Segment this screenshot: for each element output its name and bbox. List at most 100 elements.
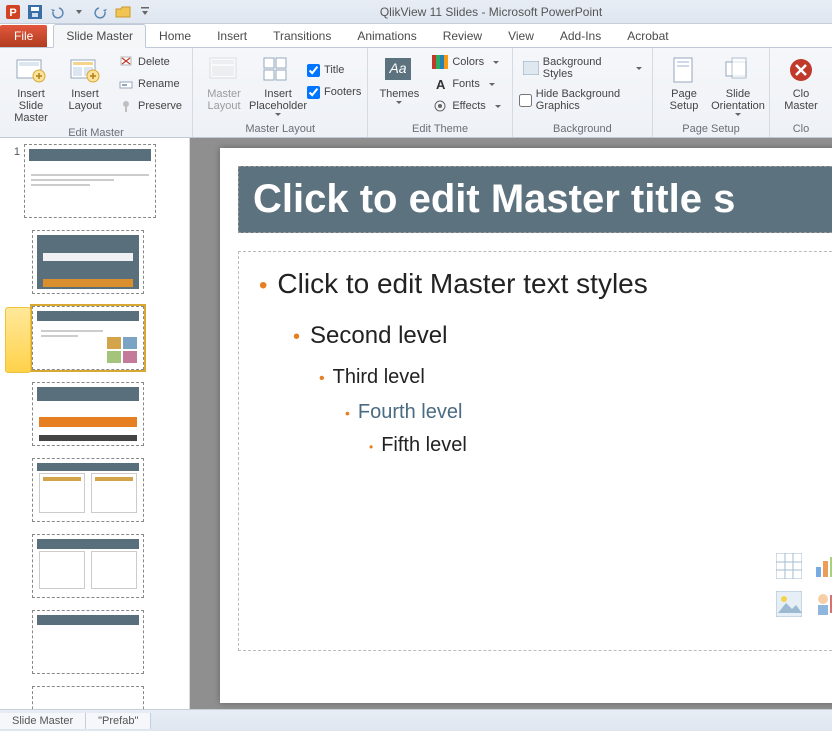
tab-addins[interactable]: Add-Ins <box>547 24 614 47</box>
layout-thumbnail[interactable] <box>32 686 144 709</box>
layout-thumbnail[interactable] <box>32 458 144 522</box>
fonts-icon: A <box>432 76 448 92</box>
insert-layout-button[interactable]: Insert Layout <box>60 52 110 114</box>
group-close-label: Clo <box>776 122 826 137</box>
insert-table-icon[interactable] <box>773 550 805 582</box>
insert-placeholder-label: Insert Placeholder <box>249 88 307 112</box>
colors-icon <box>432 54 448 70</box>
content-placeholder[interactable]: Click to edit Master text styles Second … <box>238 251 832 651</box>
insert-chart-icon[interactable] <box>811 550 832 582</box>
text-level-3: Third level <box>319 366 832 389</box>
dropdown-icon <box>494 104 502 109</box>
tab-transitions[interactable]: Transitions <box>260 24 344 47</box>
layout-thumbnail[interactable] <box>32 382 144 446</box>
insert-picture-icon[interactable] <box>773 588 805 620</box>
master-layout-label: Master Layout <box>207 88 241 112</box>
background-styles-button[interactable]: Background Styles <box>519 58 646 78</box>
title-placeholder[interactable]: Click to edit Master title s <box>238 166 832 233</box>
tab-slide-master[interactable]: Slide Master <box>53 24 146 48</box>
dropdown-icon <box>274 112 282 117</box>
tab-home[interactable]: Home <box>146 24 204 47</box>
undo-icon[interactable] <box>48 3 66 21</box>
group-master-layout-label: Master Layout <box>199 122 361 137</box>
layout-thumbnail[interactable] <box>32 534 144 598</box>
redo-icon[interactable] <box>92 3 110 21</box>
dropdown-icon <box>492 60 500 65</box>
colors-label: Colors <box>452 56 484 68</box>
insert-layout-label: Insert Layout <box>68 88 101 112</box>
insert-placeholder-button[interactable]: Insert Placeholder <box>253 52 303 119</box>
delete-button[interactable]: Delete <box>114 52 186 72</box>
svg-text:Aa: Aa <box>389 60 407 76</box>
tab-view[interactable]: View <box>495 24 547 47</box>
delete-icon <box>118 54 134 70</box>
save-icon[interactable] <box>26 3 44 21</box>
footers-checkbox[interactable]: Footers <box>307 82 361 102</box>
background-styles-icon <box>523 60 539 76</box>
preserve-icon <box>118 98 134 114</box>
text-level-5: Fifth level <box>369 434 832 457</box>
preserve-button[interactable]: Preserve <box>114 96 186 116</box>
effects-icon <box>432 98 448 114</box>
title-text: Click to edit Master title s <box>253 177 832 222</box>
effects-button[interactable]: Effects <box>428 96 505 116</box>
insert-placeholder-icon <box>262 54 294 86</box>
title-checkbox-label: Title <box>324 64 344 76</box>
status-theme-name[interactable]: "Prefab" <box>86 713 151 729</box>
file-tab[interactable]: File <box>0 25 47 47</box>
svg-text:P: P <box>9 7 16 19</box>
powerpoint-icon[interactable]: P <box>4 3 22 21</box>
insert-slide-master-button[interactable]: Insert Slide Master <box>6 52 56 126</box>
insert-clipart-icon[interactable] <box>811 588 832 620</box>
layout-thumbnail-selected[interactable] <box>32 306 144 370</box>
layout-thumbnail[interactable] <box>32 610 144 674</box>
tab-insert[interactable]: Insert <box>204 24 260 47</box>
workspace: 1 <box>0 138 832 709</box>
dropdown-icon <box>395 100 403 105</box>
master-number: 1 <box>8 144 20 158</box>
group-edit-theme: Aa Themes Colors AFonts Effects Edit The… <box>368 48 512 137</box>
slide-canvas[interactable]: Click to edit Master title s Click to ed… <box>220 148 832 703</box>
open-folder-icon[interactable] <box>114 3 132 21</box>
layout-thumbnail[interactable] <box>32 230 144 294</box>
group-close: Clo Master Clo <box>770 48 832 137</box>
undo-dropdown-icon[interactable] <box>70 3 88 21</box>
text-level-4: Fourth level <box>345 401 832 424</box>
quick-access-toolbar: P <box>4 3 154 21</box>
close-master-icon <box>785 54 817 86</box>
status-slide-master[interactable]: Slide Master <box>0 713 86 729</box>
status-bar: Slide Master "Prefab" <box>0 709 832 731</box>
tab-acrobat[interactable]: Acrobat <box>614 24 681 47</box>
slide-orientation-button[interactable]: Slide Orientation <box>713 52 763 119</box>
tab-review[interactable]: Review <box>430 24 495 47</box>
rename-button[interactable]: Rename <box>114 74 186 94</box>
insert-layout-icon <box>69 54 101 86</box>
ribbon: Insert Slide Master Insert Layout Delete… <box>0 48 832 138</box>
close-master-label: Clo Master <box>784 88 818 112</box>
master-layout-button[interactable]: Master Layout <box>199 52 249 114</box>
footers-checkbox-label: Footers <box>324 86 361 98</box>
tab-animations[interactable]: Animations <box>344 24 429 47</box>
text-level-1: Click to edit Master text styles <box>259 268 832 300</box>
page-setup-button[interactable]: Page Setup <box>659 52 709 114</box>
slide-orientation-icon <box>722 54 754 86</box>
title-bar: P QlikView 11 Slides - Microsoft PowerPo… <box>0 0 832 24</box>
qat-customize-icon[interactable] <box>136 3 154 21</box>
themes-button[interactable]: Aa Themes <box>374 52 424 107</box>
colors-button[interactable]: Colors <box>428 52 505 72</box>
delete-label: Delete <box>138 56 170 68</box>
window-title: QlikView 11 Slides - Microsoft PowerPoin… <box>154 5 828 19</box>
dropdown-icon <box>734 112 742 117</box>
hide-bg-label: Hide Background Graphics <box>536 88 646 112</box>
hide-bg-checkbox[interactable]: Hide Background Graphics <box>519 90 646 110</box>
background-styles-label: Background Styles <box>543 56 627 80</box>
rename-label: Rename <box>138 78 180 90</box>
master-thumbnail[interactable] <box>24 144 156 218</box>
close-master-button[interactable]: Clo Master <box>776 52 826 114</box>
master-layout-icon <box>208 54 240 86</box>
slide-editor[interactable]: Click to edit Master title s Click to ed… <box>190 138 832 709</box>
fonts-button[interactable]: AFonts <box>428 74 505 94</box>
group-page-setup-label: Page Setup <box>659 122 763 137</box>
title-checkbox[interactable]: Title <box>307 60 361 80</box>
thumbnail-scroll[interactable]: 1 <box>0 138 189 709</box>
